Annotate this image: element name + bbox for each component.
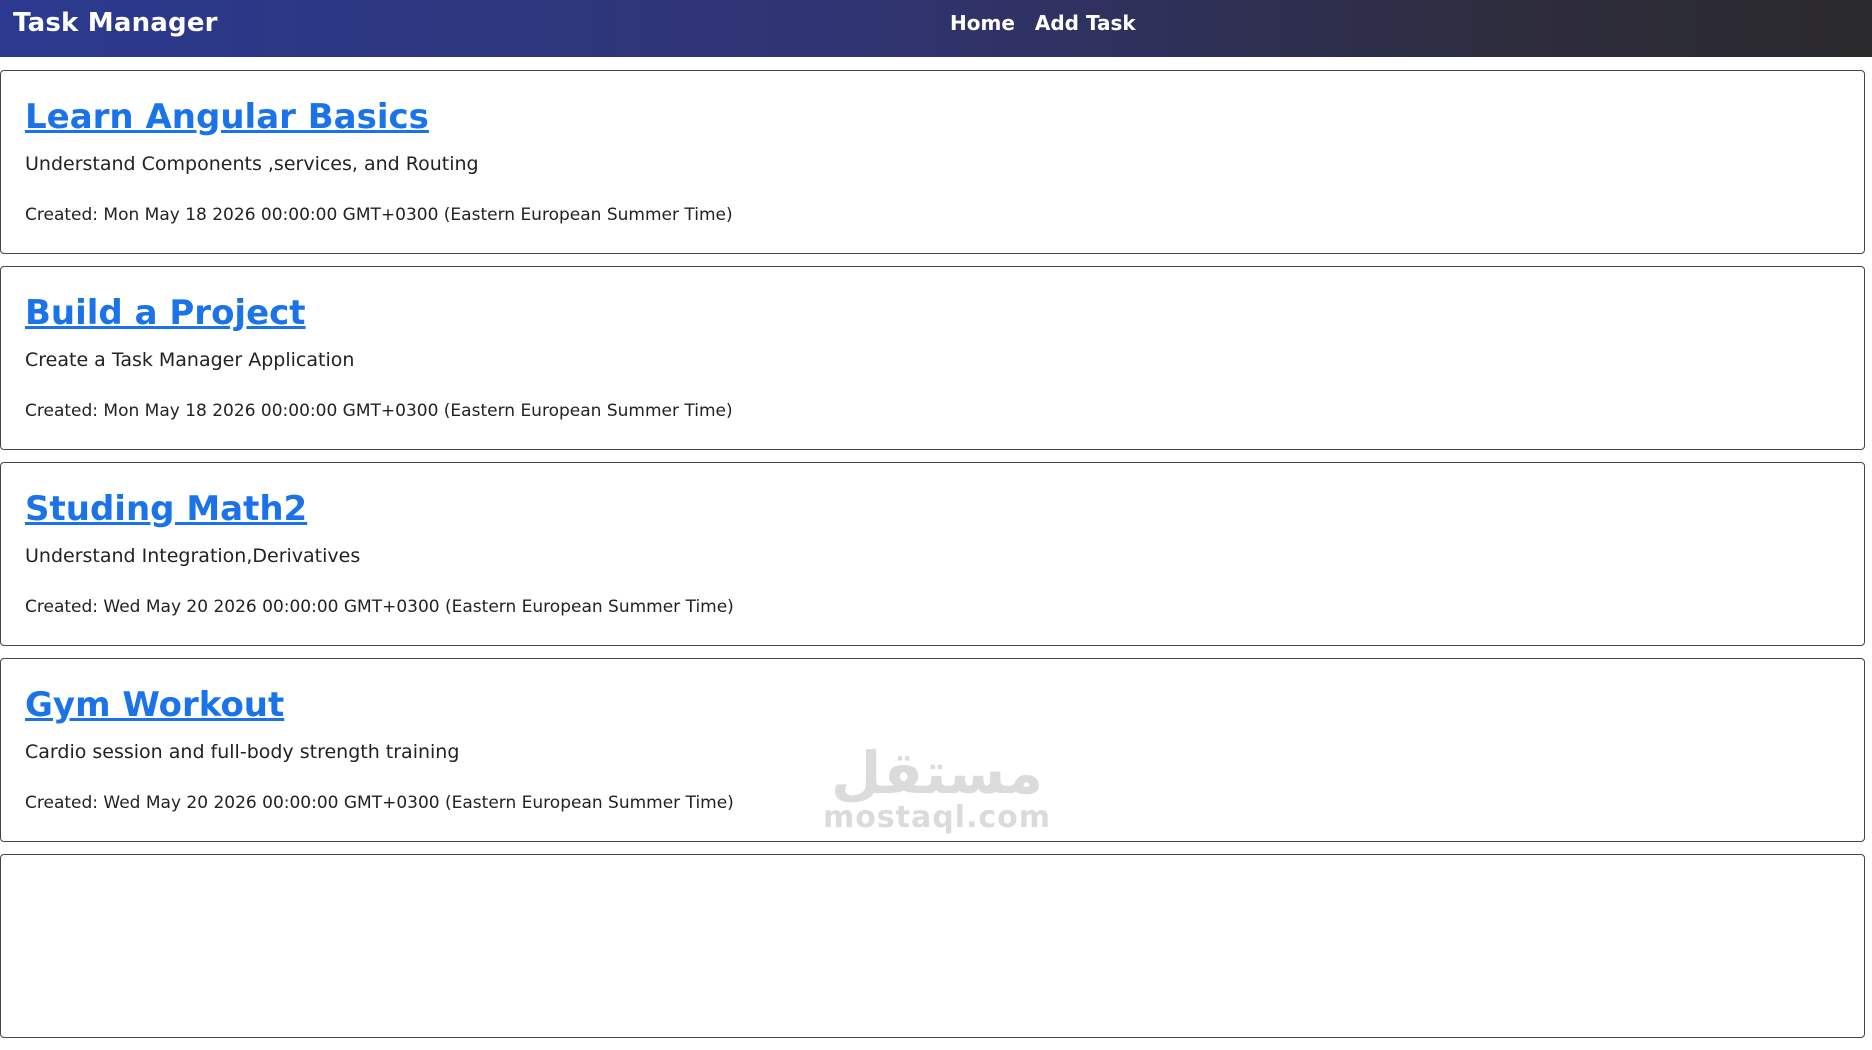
task-description: Understand Components ,services, and Rou…: [25, 153, 479, 175]
task-created-date: Created: Wed May 20 2026 00:00:00 GMT+03…: [25, 597, 734, 617]
nav-add-task-link[interactable]: Add Task: [1035, 11, 1136, 35]
task-title-link[interactable]: Studing Math2: [25, 489, 307, 529]
task-card: Studing Math2 Understand Integration,Der…: [0, 462, 1865, 646]
task-description: Create a Task Manager Application: [25, 349, 355, 371]
task-description: Cardio session and full-body strength tr…: [25, 741, 460, 763]
task-created-date: Created: Mon May 18 2026 00:00:00 GMT+03…: [25, 401, 733, 421]
task-description: Understand Integration,Derivatives: [25, 545, 361, 567]
task-card: Gym Workout Cardio session and full-body…: [0, 658, 1865, 842]
task-created-date: Created: Wed May 20 2026 00:00:00 GMT+03…: [25, 793, 734, 813]
task-title-link[interactable]: Gym Workout: [25, 685, 284, 725]
task-title-link[interactable]: Learn Angular Basics: [25, 97, 429, 137]
brand-title[interactable]: Task Manager: [13, 8, 218, 38]
task-card-partial: [0, 854, 1865, 1038]
task-created-date: Created: Mon May 18 2026 00:00:00 GMT+03…: [25, 205, 733, 225]
task-list: Learn Angular Basics Understand Componen…: [0, 70, 1865, 1050]
nav-home-link[interactable]: Home: [950, 11, 1015, 35]
nav-links: Home Add Task: [950, 11, 1136, 35]
task-title-link[interactable]: Build a Project: [25, 293, 306, 333]
task-card: Learn Angular Basics Understand Componen…: [0, 70, 1865, 254]
task-card: Build a Project Create a Task Manager Ap…: [0, 266, 1865, 450]
navbar: Task Manager Home Add Task: [0, 0, 1872, 57]
